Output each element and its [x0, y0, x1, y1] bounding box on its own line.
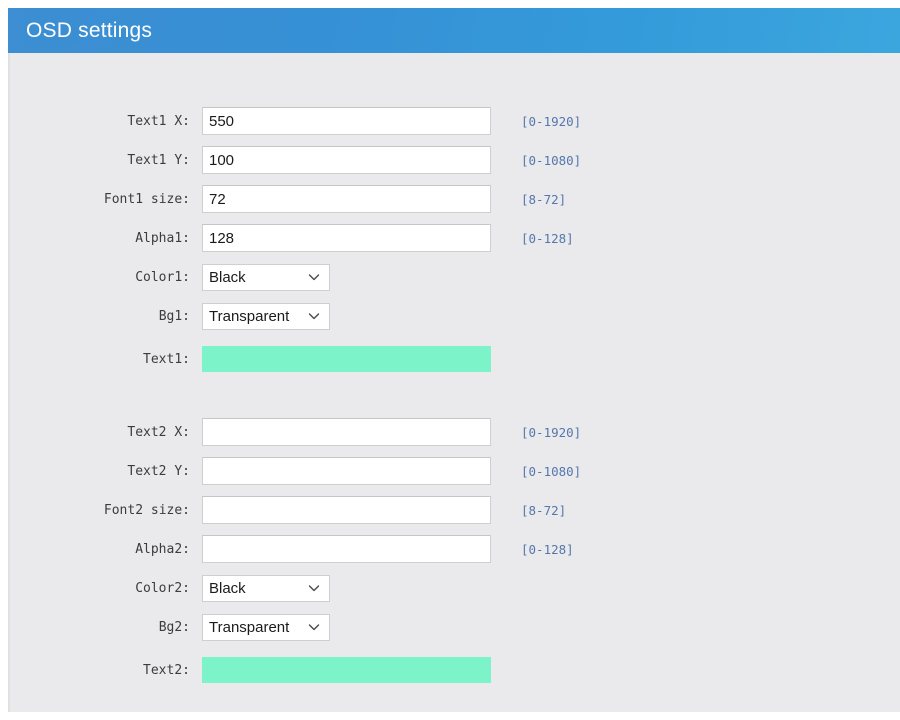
form-row-text2-y: Text2 Y: [0-1080] — [10, 456, 900, 486]
font1-size-label: Font1 size: — [103, 191, 190, 207]
bg1-label: Bg1: — [158, 308, 190, 324]
text2-x-label: Text2 X: — [127, 424, 190, 440]
panel-body: Text1 X: [0-1920] Text1 Y: [0-1080] Font1 si… — [8, 53, 900, 712]
form-row-font2-size: Font2 size: [8-72] — [10, 495, 900, 525]
form-row-bg2: Bg2: Transparent — [10, 612, 900, 642]
form-row-text2: Text2: — [10, 655, 900, 685]
text2-y-label: Text2 Y: — [127, 463, 190, 479]
text2-y-input[interactable] — [202, 457, 491, 485]
form-row-color2: Color2: Black — [10, 573, 900, 603]
chevron-down-icon — [307, 620, 321, 634]
font2-size-label: Font2 size: — [103, 502, 190, 518]
color2-select[interactable]: Black — [202, 574, 330, 602]
text2-input[interactable] — [202, 657, 491, 683]
alpha1-range-hint: [0-128] — [521, 230, 574, 246]
bg1-select[interactable]: Transparent — [202, 302, 330, 330]
color2-label: Color2: — [135, 580, 190, 596]
form-row-font1-size: Font1 size: [8-72] — [10, 184, 900, 214]
form-row-alpha2: Alpha2: [0-128] — [10, 534, 900, 564]
text2-x-range-hint: [0-1920] — [521, 424, 582, 440]
form-row-text1-y: Text1 Y: [0-1080] — [10, 145, 900, 175]
color1-select[interactable]: Black — [202, 263, 330, 291]
text1-x-input[interactable] — [202, 107, 491, 135]
bg2-select[interactable]: Transparent — [202, 613, 330, 641]
text1-input[interactable] — [202, 346, 491, 372]
bg2-label: Bg2: — [158, 619, 190, 635]
alpha1-input[interactable] — [202, 224, 491, 252]
page-title: OSD settings — [26, 18, 153, 42]
font2-size-range-hint: [8-72] — [521, 502, 567, 518]
alpha2-input[interactable] — [202, 535, 491, 563]
bg2-selected-value: Transparent — [209, 618, 290, 636]
form-row-text1-x: Text1 X: [0-1920] — [10, 106, 900, 136]
color2-selected-value: Black — [209, 579, 246, 597]
text2-y-range-hint: [0-1080] — [521, 463, 582, 479]
text2-x-input[interactable] — [202, 418, 491, 446]
alpha1-label: Alpha1: — [135, 230, 190, 246]
form-row-text2-x: Text2 X: [0-1920] — [10, 417, 900, 447]
font1-size-range-hint: [8-72] — [521, 191, 567, 207]
form-row-alpha1: Alpha1: [0-128] — [10, 223, 900, 253]
color1-label: Color1: — [135, 269, 190, 285]
text1-x-label: Text1 X: — [127, 113, 190, 129]
chevron-down-icon — [307, 270, 321, 284]
text2-label: Text2: — [143, 662, 190, 678]
alpha2-range-hint: [0-128] — [521, 541, 574, 557]
text1-label: Text1: — [143, 351, 190, 367]
chevron-down-icon — [307, 581, 321, 595]
alpha2-label: Alpha2: — [135, 541, 190, 557]
form-row-text1: Text1: — [10, 344, 900, 374]
form-row-color1: Color1: Black — [10, 262, 900, 292]
text1-x-range-hint: [0-1920] — [521, 113, 582, 129]
font1-size-input[interactable] — [202, 185, 491, 213]
text1-y-range-hint: [0-1080] — [521, 152, 582, 168]
form-row-bg1: Bg1: Transparent — [10, 301, 900, 331]
bg1-selected-value: Transparent — [209, 307, 290, 325]
chevron-down-icon — [307, 309, 321, 323]
font2-size-input[interactable] — [202, 496, 491, 524]
panel-header: OSD settings — [8, 8, 900, 53]
color1-selected-value: Black — [209, 268, 246, 286]
text1-y-input[interactable] — [202, 146, 491, 174]
text1-y-label: Text1 Y: — [127, 152, 190, 168]
osd-settings-page: OSD settings Text1 X: [0-1920] Text1 Y: [0-… — [0, 0, 900, 720]
